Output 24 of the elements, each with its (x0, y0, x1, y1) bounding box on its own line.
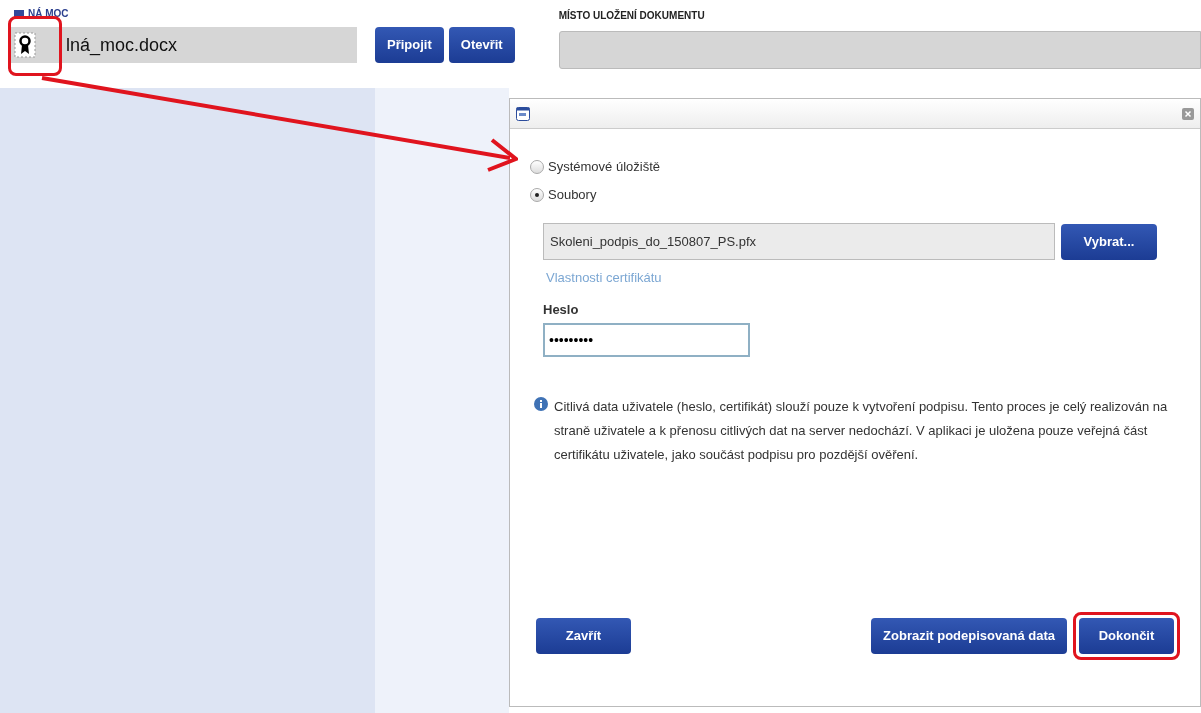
dialog-button[interactable]: Dokončit (1079, 618, 1174, 654)
radio-button[interactable] (530, 188, 544, 202)
info-icon (534, 397, 548, 411)
choose-button[interactable]: Vybrat... (1061, 223, 1157, 260)
close-icon[interactable] (1182, 107, 1194, 120)
password-field[interactable]: ••••••••• (543, 323, 750, 357)
location-field[interactable] (558, 31, 1201, 69)
radio-label: Systémové úložiště (548, 158, 660, 177)
toolbar-button[interactable]: Připojit (375, 27, 444, 63)
section-icon (14, 9, 24, 18)
file-name: lná_moc.docx (66, 33, 178, 58)
radio-label: Soubory (548, 186, 597, 205)
dialog-button[interactable]: Zobrazit podepisovaná data (871, 618, 1067, 654)
password-label: Heslo (543, 300, 580, 319)
dialog-button[interactable]: Zavřít (536, 618, 631, 654)
window-icon (516, 106, 530, 121)
info-text: Citlivá data uživatele (heslo, certifikát) slouží pouze k vytvoření podpisu. Tento proces je celý realizován na straně uživatele a k přenosu citlivých dat na server nedochází. V aplikaci je uložena pouze veřejná část certifikátu uživatele, jako součást podpisu pro pozdější ověření. (554, 398, 1169, 464)
certificate-file-field[interactable]: Skoleni_podpis_do_150807_PS.pfx (543, 223, 1055, 260)
toolbar-button[interactable]: Otevřit (448, 27, 515, 63)
section-label: MÍSTO ULOŽENÍ DOKUMENTU (558, 8, 706, 23)
highlight-frame (8, 16, 62, 76)
seal-icon[interactable] (14, 32, 36, 58)
file-field[interactable]: lná_moc.docx (10, 27, 357, 63)
radio-button[interactable] (530, 160, 544, 174)
